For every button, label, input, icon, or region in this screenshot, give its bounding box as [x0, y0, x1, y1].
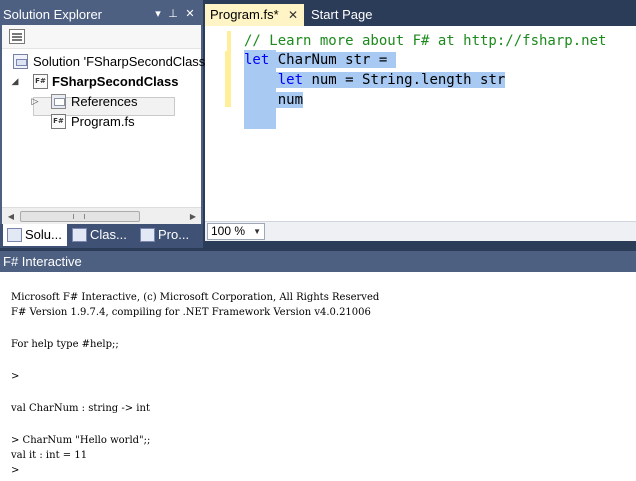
- tab-label: Start Page: [311, 7, 373, 22]
- gutter-spacer: [225, 31, 227, 51]
- collapse-arrow-icon[interactable]: ◢: [9, 75, 21, 87]
- code-line-4: num: [244, 90, 304, 110]
- horizontal-scrollbar[interactable]: ◀ ▶: [2, 207, 201, 224]
- tab-label: Clas...: [90, 227, 127, 242]
- solution-explorer-icon: [7, 228, 22, 242]
- tree-item-project[interactable]: ◢ F# FSharpSecondClass: [2, 72, 201, 91]
- zoom-dropdown[interactable]: 100 % ▼: [207, 223, 265, 240]
- bottom-tab-strip: Solu... Clas... Pro...: [0, 224, 203, 248]
- keyword: let: [277, 72, 304, 88]
- class-view-icon: [72, 228, 87, 242]
- solution-explorer-titlebar: Solution Explorer ▾ ⊥ ✕: [0, 3, 203, 25]
- fsharp-interactive-titlebar: F# Interactive: [0, 251, 636, 272]
- code-editor[interactable]: // Learn more about F# at http://fsharp.…: [205, 26, 636, 221]
- fsharp-interactive-title: F# Interactive: [3, 254, 82, 269]
- solution-explorer-body: Solution 'FSharpSecondClass ◢ F# FSharpS…: [2, 25, 205, 224]
- close-icon[interactable]: ✕: [183, 6, 197, 22]
- property-manager-icon: [140, 228, 155, 242]
- editor-horizontal-scrollbar[interactable]: [269, 224, 636, 239]
- tree-item-solution[interactable]: Solution 'FSharpSecondClass: [2, 52, 205, 71]
- chevron-down-icon[interactable]: ▼: [253, 224, 261, 239]
- tree-item-references[interactable]: ▷ References: [2, 92, 201, 111]
- expand-arrow-icon[interactable]: ▷: [29, 95, 41, 107]
- project-label: FSharpSecondClass: [52, 74, 179, 89]
- code-text: num = String.length str: [303, 72, 506, 88]
- code-line-3: let num = String.length str: [244, 70, 506, 90]
- solution-explorer-panel: Solution Explorer ▾ ⊥ ✕ Solution 'FSharp…: [0, 0, 205, 248]
- console-prompt: >: [11, 465, 20, 476]
- scroll-left-icon[interactable]: ◀: [4, 210, 18, 223]
- solution-explorer-title: Solution Explorer: [3, 7, 102, 22]
- solution-icon: [13, 54, 28, 69]
- scrollbar-thumb[interactable]: [20, 211, 140, 222]
- fsharp-interactive-console[interactable]: Microsoft F# Interactive, (c) Microsoft …: [0, 272, 636, 481]
- zoom-value: 100 %: [211, 224, 246, 238]
- editor-status-bar: 100 % ▼: [205, 221, 636, 241]
- console-line: > CharNum "Hello world";;: [11, 435, 151, 446]
- window-position-dropdown-icon[interactable]: ▾: [151, 6, 165, 22]
- fsharp-file-icon: F#: [51, 114, 66, 129]
- tab-property-manager[interactable]: Pro...: [136, 224, 200, 246]
- code-line-2: let CharNum str =: [244, 50, 396, 70]
- tab-label: Solu...: [25, 227, 62, 242]
- console-line: val it : int = 11: [11, 450, 88, 461]
- fsharp-interactive-panel: F# Interactive Microsoft F# Interactive,…: [0, 251, 636, 481]
- scroll-right-icon[interactable]: ▶: [186, 210, 200, 223]
- tab-solution-explorer[interactable]: Solu...: [3, 224, 67, 246]
- code-editor-pane: Program.fs* ✕ Start Page // Learn more a…: [205, 0, 636, 248]
- tab-label: Pro...: [158, 227, 190, 242]
- code-comment: // Learn more about F# at http://fsharp.…: [244, 33, 607, 49]
- keyword: let: [244, 52, 270, 68]
- tab-class-view[interactable]: Clas...: [68, 224, 132, 246]
- console-line: For help type #help;;: [11, 339, 119, 350]
- code-text: num: [277, 92, 304, 108]
- console-line: F# Version 1.9.7.4, compiling for .NET F…: [11, 307, 371, 318]
- tab-close-icon[interactable]: ✕: [288, 4, 298, 26]
- references-label: References: [71, 94, 138, 109]
- code-line-1: // Learn more about F# at http://fsharp.…: [244, 31, 606, 51]
- console-line: Microsoft F# Interactive, (c) Microsoft …: [11, 292, 380, 303]
- code-text: CharNum str =: [269, 52, 396, 68]
- auto-hide-pin-icon[interactable]: ⊥: [166, 6, 180, 22]
- tab-start-page[interactable]: Start Page: [311, 4, 372, 26]
- file-label: Program.fs: [71, 114, 135, 129]
- tab-program-fs[interactable]: Program.fs* ✕: [205, 4, 304, 26]
- properties-icon[interactable]: [9, 29, 25, 44]
- tab-label: Program.fs*: [210, 7, 279, 22]
- solution-label: Solution 'FSharpSecondClass: [33, 54, 206, 69]
- console-prompt: >: [11, 371, 20, 382]
- console-line: val CharNum : string -> int: [11, 403, 150, 414]
- solution-explorer-toolbar: [2, 25, 201, 49]
- fsharp-project-icon: F#: [33, 74, 48, 89]
- references-icon: [51, 94, 66, 109]
- tree-item-program-fs[interactable]: F# Program.fs: [2, 112, 201, 131]
